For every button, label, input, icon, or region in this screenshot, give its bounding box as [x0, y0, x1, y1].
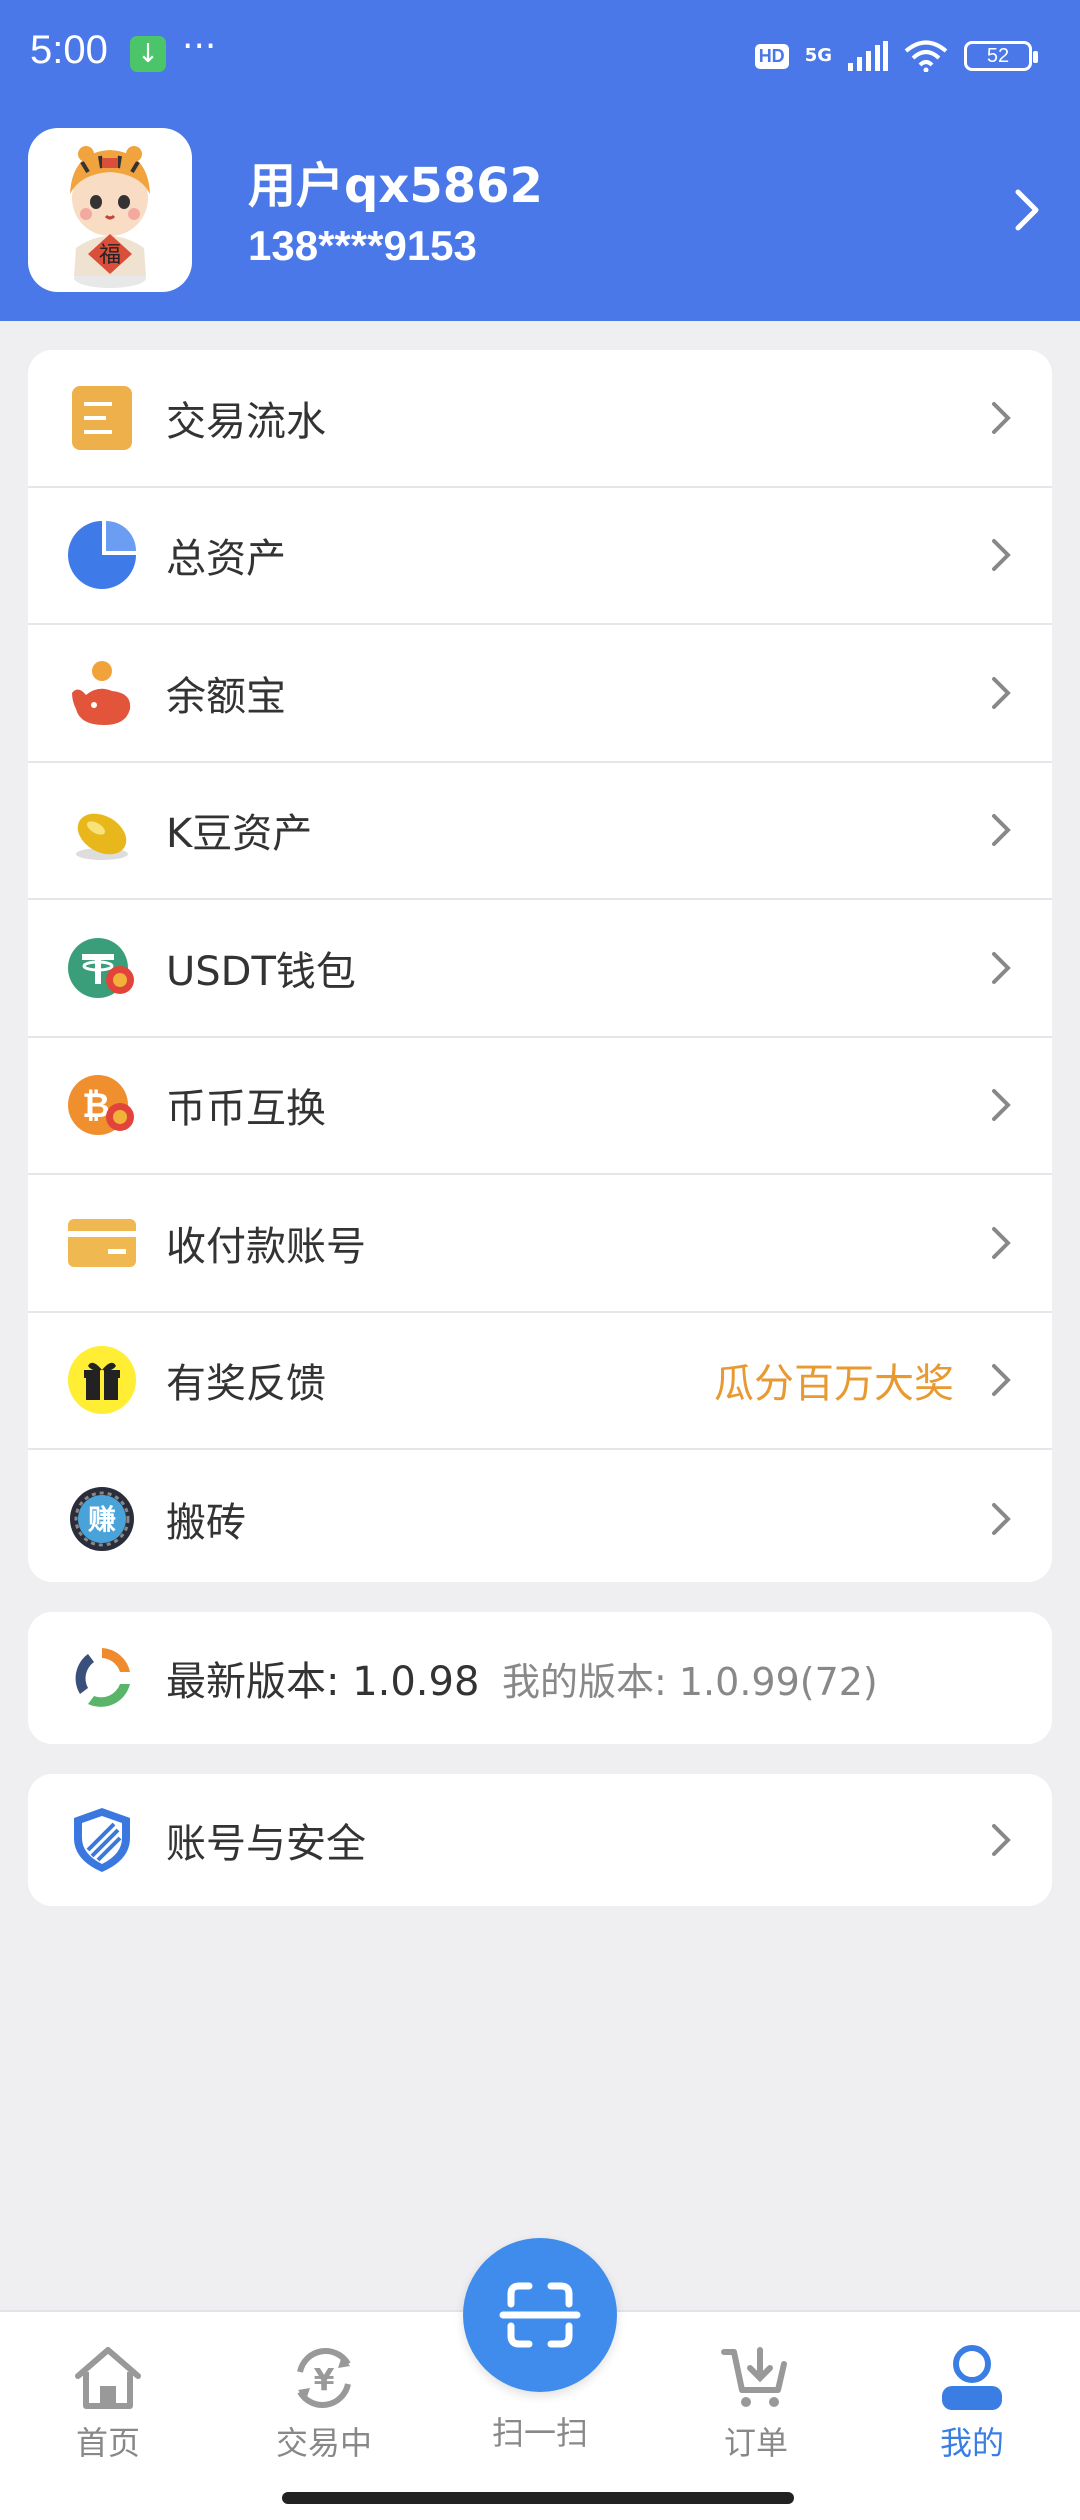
- whale-icon: [72, 660, 131, 725]
- shield-icon: [74, 1808, 130, 1872]
- tab-label: 订单: [723, 2424, 788, 2462]
- security-label: 账号与安全: [166, 1821, 366, 1867]
- scan-button[interactable]: [463, 2238, 617, 2392]
- menu-item-label: 搬砖: [166, 1499, 246, 1546]
- avatar[interactable]: 福: [28, 128, 192, 292]
- chevron-right-icon: [992, 401, 1011, 434]
- menu-item-total-assets[interactable]: 总资产: [28, 488, 1052, 625]
- menu-item-label: USDT钱包: [166, 948, 356, 995]
- profile-header: 5:00 ↓ ··· HD 5G 52 福 用户qx5862 138****91…: [0, 0, 1080, 321]
- signal-icon: [848, 41, 888, 71]
- menu-item-label: 有奖反馈: [166, 1361, 326, 1408]
- list-icon: [72, 385, 132, 450]
- tab-home[interactable]: 首页: [28, 2342, 188, 2482]
- menu-item-label: 收付款账号: [166, 1223, 366, 1270]
- refresh-update-icon: [75, 1648, 130, 1707]
- earn-coin-icon: 赚: [70, 1486, 134, 1551]
- menu-item-label: 总资产: [166, 536, 286, 583]
- menu-item-coin-swap[interactable]: ₿ 币币互换: [28, 1038, 1052, 1175]
- chevron-right-icon: [992, 951, 1011, 984]
- hd-icon: HD: [754, 43, 789, 69]
- svg-text:福: 福: [99, 243, 121, 268]
- menu-card: 交易流水 总资产 余额宝 K豆资产 USDT钱包 ₿ 币币互换 收付款账号 有奖…: [28, 350, 1052, 1582]
- phone-number: 138****9153: [248, 222, 477, 269]
- svg-text:赚: 赚: [88, 1503, 116, 1536]
- version-card[interactable]: 最新版本: 1.0.98 我的版本: 1.0.99(72): [28, 1612, 1052, 1744]
- svg-text:₿: ₿: [82, 1086, 110, 1126]
- tab-label: 交易中: [275, 2424, 372, 2462]
- status-indicators: HD 5G 52: [754, 36, 1038, 76]
- user-icon: [942, 2345, 1002, 2410]
- menu-item-transactions[interactable]: 交易流水: [28, 350, 1052, 488]
- latest-version: 最新版本: 1.0.98: [166, 1659, 480, 1705]
- chevron-right-icon: [992, 814, 1011, 847]
- home-indicator[interactable]: [282, 2492, 794, 2504]
- tab-orders[interactable]: 订单: [676, 2342, 836, 2482]
- menu-item-brick-moving[interactable]: 赚 搬砖: [28, 1450, 1052, 1582]
- download-icon: ↓: [130, 36, 166, 72]
- menu-item-payment-accounts[interactable]: 收付款账号: [28, 1175, 1052, 1313]
- chevron-right-icon: [992, 539, 1011, 572]
- menu-item-usdt-wallet[interactable]: USDT钱包: [28, 900, 1052, 1038]
- profile-chevron-right-icon[interactable]: [1014, 188, 1040, 232]
- chevron-right-icon: [992, 1089, 1011, 1122]
- tab-trading[interactable]: ¥ 交易中: [244, 2342, 404, 2482]
- pie-chart-icon: [68, 521, 136, 590]
- username[interactable]: 用户qx5862: [248, 146, 543, 216]
- more-dots-icon: ···: [182, 26, 217, 67]
- security-card[interactable]: 账号与安全: [28, 1774, 1052, 1906]
- menu-item-label: 余额宝: [166, 673, 286, 720]
- chevron-right-icon: [992, 1502, 1011, 1535]
- status-bar: 5:00 ↓ ··· HD 5G 52: [0, 0, 1080, 110]
- scan-label: 扫一扫: [491, 2414, 588, 2452]
- status-time: 5:00: [30, 28, 108, 72]
- feedback-promo-text: 瓜分百万大奖: [714, 1361, 954, 1408]
- home-icon: [75, 2347, 141, 2409]
- menu-item-kdou-assets[interactable]: K豆资产: [28, 763, 1052, 900]
- chevron-right-icon: [992, 1226, 1011, 1259]
- tab-label: 首页: [75, 2424, 140, 2462]
- wifi-icon: [904, 40, 948, 72]
- yuan-exchange-icon: ¥: [297, 2348, 351, 2408]
- network-label: 5G: [804, 45, 832, 66]
- chevron-right-icon: [992, 1824, 1011, 1856]
- chevron-right-icon: [992, 676, 1011, 709]
- gift-icon: [68, 1346, 136, 1415]
- avatar-image: 福: [70, 146, 150, 288]
- usdt-icon: [68, 937, 134, 998]
- scan-icon: [499, 2282, 581, 2348]
- menu-item-label: K豆资产: [166, 811, 313, 858]
- chevron-right-icon: [992, 1364, 1011, 1397]
- svg-text:¥: ¥: [314, 2363, 335, 2398]
- gold-bean-icon: [76, 813, 128, 861]
- menu-item-yuebao[interactable]: 余额宝: [28, 625, 1052, 763]
- bitcoin-swap-icon: ₿: [68, 1075, 134, 1136]
- tab-label: 我的: [939, 2424, 1004, 2462]
- menu-item-label: 币币互换: [166, 1086, 326, 1133]
- menu-item-feedback[interactable]: 有奖反馈 瓜分百万大奖: [28, 1313, 1052, 1450]
- menu-item-label: 交易流水: [166, 398, 326, 445]
- cart-icon: [721, 2347, 787, 2407]
- battery-indicator: 52: [964, 41, 1038, 71]
- my-version: 我的版本: 1.0.99(72): [502, 1659, 878, 1704]
- card-icon: [68, 1218, 136, 1267]
- tab-mine[interactable]: 我的: [892, 2342, 1052, 2482]
